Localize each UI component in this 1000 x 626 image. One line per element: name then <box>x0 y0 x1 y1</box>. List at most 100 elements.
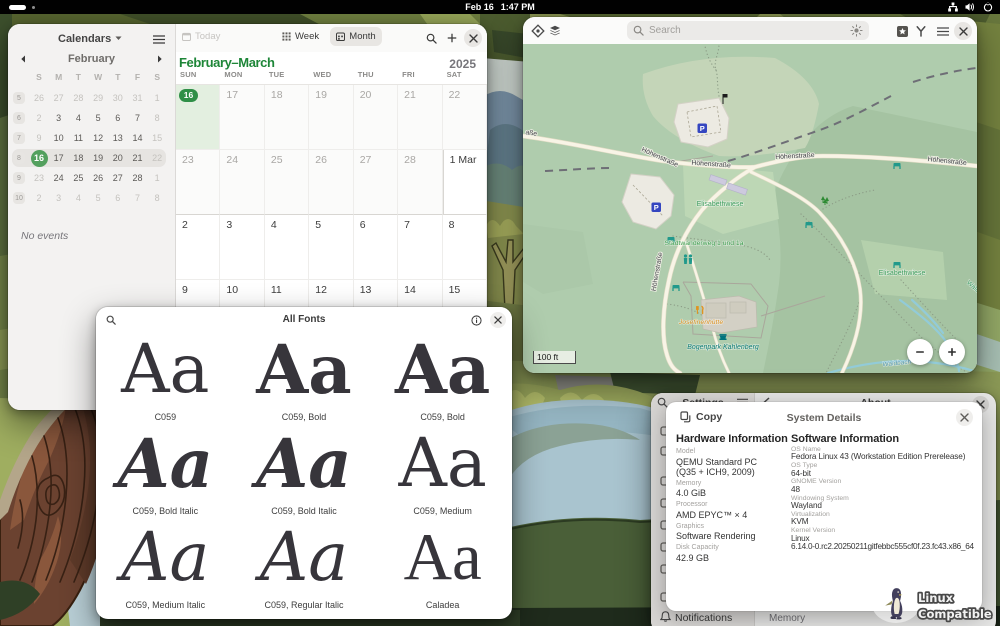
mini-day[interactable]: 2 <box>29 188 49 208</box>
favorites-button[interactable] <box>893 22 911 40</box>
calendar-menu-button[interactable] <box>151 31 167 47</box>
mini-day[interactable]: 27 <box>108 168 128 188</box>
day-cell[interactable]: 22 <box>443 85 487 150</box>
day-cell[interactable]: 26 <box>309 150 353 215</box>
mini-day[interactable]: 3 <box>49 108 69 128</box>
mini-day[interactable]: 26 <box>29 88 49 108</box>
font-tile[interactable]: AaC059 <box>96 333 235 427</box>
map-canvas[interactable]: P P <box>523 44 977 373</box>
next-month-button[interactable] <box>151 51 169 67</box>
mini-day[interactable]: 14 <box>128 128 148 148</box>
font-tile[interactable]: AaCaladea <box>373 521 512 615</box>
fonts-close-button[interactable] <box>490 312 506 328</box>
mini-day[interactable]: 8 <box>147 188 167 208</box>
maps-menu-button[interactable] <box>934 22 952 40</box>
mini-day[interactable]: 20 <box>108 148 128 168</box>
day-cell[interactable]: 4 <box>265 215 309 280</box>
week-number: 7 <box>13 132 25 144</box>
day-cell[interactable]: 23 <box>176 150 220 215</box>
mini-day[interactable]: 30 <box>108 88 128 108</box>
today-button[interactable]: Today <box>180 27 222 46</box>
mini-day[interactable]: 6 <box>108 108 128 128</box>
day-cell[interactable]: 21 <box>398 85 442 150</box>
new-event-button[interactable] <box>443 29 461 47</box>
mini-day[interactable]: 9 <box>29 128 49 148</box>
week-view-button[interactable]: Week <box>280 27 321 46</box>
mini-day[interactable]: 5 <box>88 188 108 208</box>
system-status-area[interactable] <box>948 0 993 14</box>
mini-day[interactable]: 4 <box>68 108 88 128</box>
mini-day[interactable]: 23 <box>29 168 49 188</box>
mini-day[interactable]: 4 <box>68 188 88 208</box>
mini-day[interactable]: 26 <box>88 168 108 188</box>
calendars-dropdown-button[interactable]: Calendars <box>52 30 128 47</box>
day-cell[interactable]: 19 <box>309 85 353 150</box>
day-cell[interactable]: 27 <box>354 150 398 215</box>
font-tile[interactable]: AaC059, Medium Italic <box>96 521 235 615</box>
mini-day[interactable]: 11 <box>68 128 88 148</box>
mini-day[interactable]: 12 <box>88 128 108 148</box>
font-tile[interactable]: AaC059, Regular Italic <box>235 521 374 615</box>
mini-day[interactable]: 17 <box>49 148 69 168</box>
day-cell[interactable]: 18 <box>265 85 309 150</box>
mini-day[interactable]: 27 <box>49 88 69 108</box>
zoom-out-button[interactable] <box>907 339 933 365</box>
day-cell[interactable]: 20 <box>354 85 398 150</box>
mini-day[interactable]: 21 <box>128 148 148 168</box>
previous-month-button[interactable] <box>14 51 32 67</box>
day-cell[interactable]: 24 <box>220 150 264 215</box>
mini-day[interactable]: 3 <box>49 188 69 208</box>
dialog-close-button[interactable] <box>956 409 973 426</box>
mini-day[interactable]: 10 <box>49 128 69 148</box>
calendar-close-button[interactable] <box>464 29 482 47</box>
font-tile[interactable]: AaC059, Bold Italic <box>235 427 374 521</box>
day-cell[interactable]: 17 <box>220 85 264 150</box>
day-cell[interactable]: 5 <box>309 215 353 280</box>
mini-day[interactable]: 19 <box>88 148 108 168</box>
zoom-in-button[interactable] <box>939 339 965 365</box>
font-tile[interactable]: AaC059, Bold <box>373 333 512 427</box>
month-view-button[interactable]: Month <box>330 27 382 46</box>
mini-day[interactable]: 1 <box>147 88 167 108</box>
mini-day[interactable]: 6 <box>108 188 128 208</box>
day-cell[interactable]: 7 <box>398 215 442 280</box>
mini-day[interactable]: 1 <box>147 168 167 188</box>
day-cell[interactable]: 25 <box>265 150 309 215</box>
mini-day[interactable]: 22 <box>147 148 167 168</box>
mini-day[interactable]: 8 <box>147 108 167 128</box>
day-cell[interactable]: 3 <box>220 215 264 280</box>
font-tile[interactable]: AaC059, Bold Italic <box>96 427 235 521</box>
mini-day[interactable]: 24 <box>49 168 69 188</box>
day-cell-today[interactable]: 16 <box>176 85 220 150</box>
route-button[interactable] <box>912 22 930 40</box>
mini-day[interactable]: 18 <box>68 148 88 168</box>
field-label: Kernel Version <box>791 527 979 534</box>
mini-day[interactable]: 25 <box>68 168 88 188</box>
day-cell[interactable]: 28 <box>398 150 442 215</box>
maps-search-field[interactable]: Search <box>627 21 869 40</box>
go-to-location-button[interactable] <box>529 22 547 40</box>
calendar-search-button[interactable] <box>422 29 440 47</box>
mini-day[interactable]: 7 <box>128 108 148 128</box>
day-cell[interactable]: 2 <box>176 215 220 280</box>
mini-day[interactable]: 13 <box>108 128 128 148</box>
fonts-info-button[interactable] <box>468 312 484 328</box>
font-tile[interactable]: AaC059, Medium <box>373 427 512 521</box>
day-cell[interactable]: 8 <box>443 215 487 280</box>
mini-day[interactable]: 28 <box>128 168 148 188</box>
mini-day[interactable]: 31 <box>128 88 148 108</box>
mini-day[interactable]: 29 <box>88 88 108 108</box>
day-cell[interactable]: 1Mar <box>443 150 487 215</box>
mini-day-today[interactable]: 16 <box>29 148 49 168</box>
mini-day[interactable]: 5 <box>88 108 108 128</box>
mini-day[interactable]: 28 <box>68 88 88 108</box>
svg-text:Elisabethwiese: Elisabethwiese <box>697 201 744 208</box>
layers-button[interactable] <box>546 22 564 40</box>
mini-day[interactable]: 15 <box>147 128 167 148</box>
day-cell[interactable]: 6 <box>354 215 398 280</box>
mini-day[interactable]: 7 <box>128 188 148 208</box>
clock-button[interactable]: Feb 16 1:47 PM <box>0 0 1000 14</box>
maps-close-button[interactable] <box>954 22 972 40</box>
font-tile[interactable]: AaC059, Bold <box>235 333 374 427</box>
mini-day[interactable]: 2 <box>29 108 49 128</box>
